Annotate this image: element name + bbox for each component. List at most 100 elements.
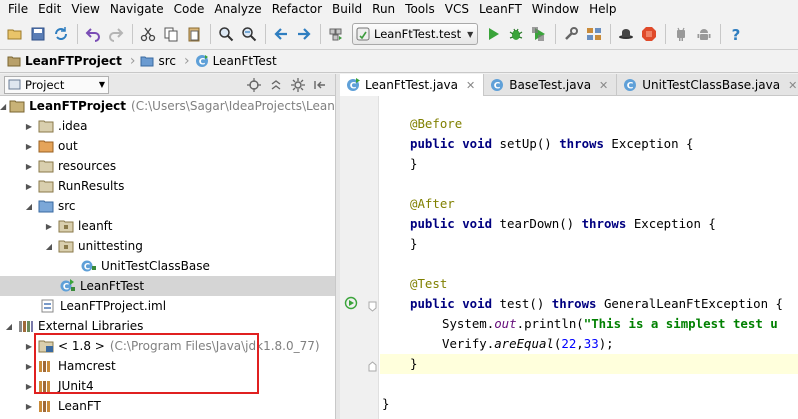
tree-item-unittestclassbase[interactable]: C UnitTestClassBase xyxy=(0,256,335,276)
code-line: } xyxy=(410,156,418,171)
copy-icon[interactable] xyxy=(160,23,182,45)
collapsed-arrow-icon[interactable]: ▶ xyxy=(23,160,35,172)
collapsed-arrow-icon[interactable]: ▶ xyxy=(23,380,35,392)
save-icon[interactable] xyxy=(27,23,49,45)
breadcrumb-file-label: LeanFtTest xyxy=(212,54,277,68)
help-icon[interactable]: ? xyxy=(725,23,747,45)
project-view-selector[interactable]: Project ▼ xyxy=(4,75,109,94)
tree-item-out[interactable]: ▶ out xyxy=(0,136,335,156)
expanded-arrow-icon[interactable]: ◢ xyxy=(43,240,55,252)
run-icon[interactable] xyxy=(482,23,504,45)
menu-file[interactable]: File xyxy=(3,0,33,19)
gear-icon[interactable] xyxy=(289,76,307,94)
collapsed-arrow-icon[interactable]: ▶ xyxy=(43,220,55,232)
breadcrumb-src[interactable]: src xyxy=(137,52,182,71)
tree-item-iml-file[interactable]: LeanFTProject.iml xyxy=(0,296,335,316)
tree-item-leanftproject[interactable]: ◢ LeanFTProject (C:\Users\Sagar\IdeaProj… xyxy=(0,96,335,116)
class-icon: C xyxy=(624,79,637,92)
tree-item-jdk[interactable]: ▶ < 1.8 > (C:\Program Files\Java\jdk1.8.… xyxy=(0,336,335,356)
android-device-icon[interactable] xyxy=(670,23,692,45)
menu-analyze[interactable]: Analyze xyxy=(209,0,266,19)
run-test-gutter-icon[interactable] xyxy=(344,296,358,310)
debug-icon[interactable] xyxy=(505,23,527,45)
tab-basetest-java[interactable]: C BaseTest.java ✕ xyxy=(484,74,618,96)
coverage-icon[interactable] xyxy=(528,23,550,45)
jdk-icon xyxy=(38,339,54,353)
tree-item-leanft-package[interactable]: ▶ leanft xyxy=(0,216,335,236)
expanded-arrow-icon[interactable]: ◢ xyxy=(23,200,35,212)
collapse-all-icon[interactable] xyxy=(267,76,285,94)
settings-icon[interactable] xyxy=(560,23,582,45)
forward-icon[interactable] xyxy=(293,23,315,45)
code-line: public void tearDown() throws Exception … xyxy=(410,216,716,231)
build-icon[interactable] xyxy=(325,23,347,45)
code-line: } xyxy=(410,236,418,251)
back-icon[interactable] xyxy=(270,23,292,45)
run-configuration-dropdown[interactable]: LeanFtTest.test ▼ xyxy=(352,23,479,45)
paste-icon[interactable] xyxy=(183,23,205,45)
code-area[interactable]: @Before public void setUp() throws Excep… xyxy=(380,96,798,419)
expanded-arrow-icon[interactable]: ◢ xyxy=(0,100,6,112)
tree-item-runresults[interactable]: ▶ RunResults xyxy=(0,176,335,196)
sync-icon[interactable] xyxy=(245,76,263,94)
tree-item-hamcrest[interactable]: ▶ Hamcrest xyxy=(0,356,335,376)
collapsed-arrow-icon[interactable]: ▶ xyxy=(23,120,35,132)
hat-icon[interactable] xyxy=(615,23,637,45)
menu-help[interactable]: Help xyxy=(584,0,621,19)
menu-run[interactable]: Run xyxy=(367,0,400,19)
tree-item-leanft-library[interactable]: ▶ LeanFT xyxy=(0,396,335,416)
test-class-icon: C xyxy=(347,78,360,92)
toolbar-separator xyxy=(77,24,78,44)
sync-icon[interactable] xyxy=(50,23,72,45)
structure-icon[interactable] xyxy=(583,23,605,45)
redo-icon[interactable] xyxy=(105,23,127,45)
collapsed-arrow-icon[interactable]: ▶ xyxy=(23,400,35,412)
fold-marker-icon[interactable] xyxy=(368,361,377,372)
menu-vcs[interactable]: VCS xyxy=(440,0,474,19)
test-class-icon: C xyxy=(195,55,208,68)
menu-build[interactable]: Build xyxy=(327,0,367,19)
toolbar-separator xyxy=(265,24,266,44)
tree-item-leanfttest[interactable]: C LeanFtTest xyxy=(0,276,335,296)
replace-icon[interactable] xyxy=(238,23,260,45)
tab-leanfttest-java[interactable]: C LeanFtTest.java ✕ xyxy=(340,74,485,96)
menu-leanft[interactable]: LeanFT xyxy=(474,0,527,19)
cut-icon[interactable] xyxy=(137,23,159,45)
svg-text:C: C xyxy=(627,82,634,92)
menu-edit[interactable]: Edit xyxy=(33,0,66,19)
menu-navigate[interactable]: Navigate xyxy=(105,0,169,19)
expanded-arrow-icon[interactable]: ◢ xyxy=(3,320,15,332)
menu-window[interactable]: Window xyxy=(527,0,584,19)
tree-item-external-libraries[interactable]: ◢ External Libraries xyxy=(0,316,335,336)
undo-icon[interactable] xyxy=(82,23,104,45)
tree-item-junit4[interactable]: ▶ JUnit4 xyxy=(0,376,335,396)
breadcrumb-project[interactable]: LeanFTProject xyxy=(4,52,128,71)
open-icon[interactable] xyxy=(4,23,26,45)
close-icon[interactable]: ✕ xyxy=(599,79,608,92)
menu-tools[interactable]: Tools xyxy=(400,0,440,19)
tree-item-src[interactable]: ◢ src xyxy=(0,196,335,216)
close-icon[interactable]: ✕ xyxy=(788,79,797,92)
collapsed-arrow-icon[interactable]: ▶ xyxy=(23,340,35,352)
find-icon[interactable] xyxy=(215,23,237,45)
menu-refactor[interactable]: Refactor xyxy=(267,0,327,19)
fold-marker-icon[interactable] xyxy=(368,301,377,312)
tree-item-label: UnitTestClassBase xyxy=(101,259,210,273)
tree-item-unittesting-package[interactable]: ◢ unittesting xyxy=(0,236,335,256)
breadcrumb-file[interactable]: C LeanFtTest xyxy=(192,52,283,71)
menu-view[interactable]: View xyxy=(66,0,104,19)
folder-icon xyxy=(38,119,54,133)
collapsed-arrow-icon[interactable]: ▶ xyxy=(23,140,35,152)
tree-item-resources[interactable]: ▶ resources xyxy=(0,156,335,176)
android-sdk-icon[interactable] xyxy=(693,23,715,45)
collapsed-arrow-icon[interactable]: ▶ xyxy=(23,360,35,372)
close-icon[interactable]: ✕ xyxy=(466,79,475,92)
code-editor[interactable]: @Before public void setUp() throws Excep… xyxy=(340,96,798,419)
hide-panel-icon[interactable] xyxy=(311,76,329,94)
ruby-icon[interactable] xyxy=(638,23,660,45)
menu-code[interactable]: Code xyxy=(169,0,210,19)
collapsed-arrow-icon[interactable]: ▶ xyxy=(23,180,35,192)
tree-item-label: .idea xyxy=(58,119,88,133)
tab-unittestclassbase-java[interactable]: C UnitTestClassBase.java ✕ xyxy=(617,74,798,96)
tree-item-idea[interactable]: ▶ .idea xyxy=(0,116,335,136)
